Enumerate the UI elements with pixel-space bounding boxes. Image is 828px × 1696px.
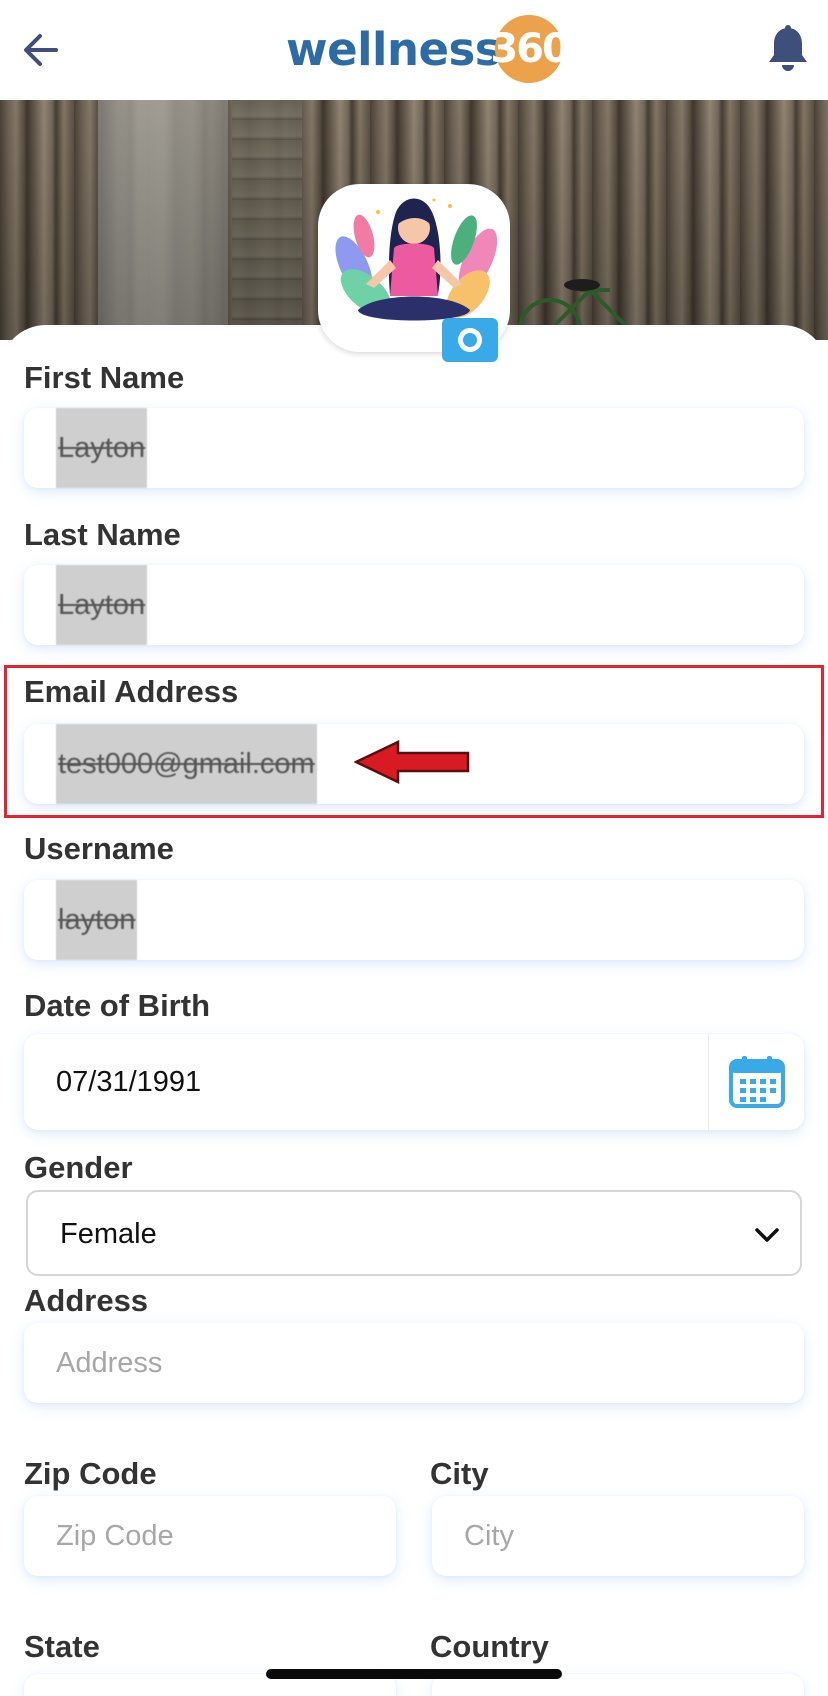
camera-icon[interactable]	[442, 318, 498, 362]
zip-label: Zip Code	[24, 1456, 157, 1491]
last-name-value: Layton	[56, 565, 148, 645]
first-name-field[interactable]: Layton	[24, 408, 804, 488]
address-placeholder: Address	[56, 1347, 163, 1379]
dob-value: 07/31/1991	[56, 1066, 202, 1098]
top-bar: wellness 360	[0, 0, 828, 100]
gender-select[interactable]: Female	[26, 1190, 802, 1276]
last-name-label: Last Name	[24, 517, 181, 552]
city-placeholder: City	[464, 1520, 514, 1552]
city-field[interactable]: City	[432, 1496, 804, 1576]
city-label: City	[430, 1456, 489, 1491]
zip-field[interactable]: Zip Code	[24, 1496, 396, 1576]
logo-word: wellness	[286, 22, 502, 76]
state-label: State	[24, 1629, 100, 1664]
first-name-label: First Name	[24, 360, 185, 395]
username-field[interactable]: layton	[24, 880, 804, 960]
dob-label: Date of Birth	[24, 988, 210, 1023]
zip-placeholder: Zip Code	[56, 1520, 174, 1552]
last-name-field[interactable]: Layton	[24, 565, 804, 645]
address-label: Address	[24, 1283, 149, 1318]
username-value: layton	[56, 880, 138, 960]
gender-label: Gender	[24, 1150, 133, 1185]
logo-number: 360	[490, 26, 569, 72]
chevron-down-icon	[755, 1228, 779, 1242]
gender-value: Female	[60, 1218, 157, 1250]
username-label: Username	[24, 831, 174, 866]
first-name-value: Layton	[56, 408, 148, 488]
address-field[interactable]: Address	[24, 1323, 804, 1403]
bell-icon[interactable]	[765, 24, 811, 74]
dob-field[interactable]: 07/31/1991	[24, 1034, 804, 1130]
country-label: Country	[430, 1629, 549, 1664]
logo-badge: 360	[490, 15, 570, 83]
calendar-icon[interactable]	[708, 1034, 804, 1130]
app-logo: wellness 360	[286, 14, 570, 84]
arrow-left-icon[interactable]	[18, 26, 66, 74]
email-label: Email Address	[24, 674, 239, 709]
red-arrow-annotation	[354, 740, 470, 784]
home-indicator[interactable]	[266, 1669, 562, 1679]
email-value: test000@gmail.com	[56, 724, 317, 804]
